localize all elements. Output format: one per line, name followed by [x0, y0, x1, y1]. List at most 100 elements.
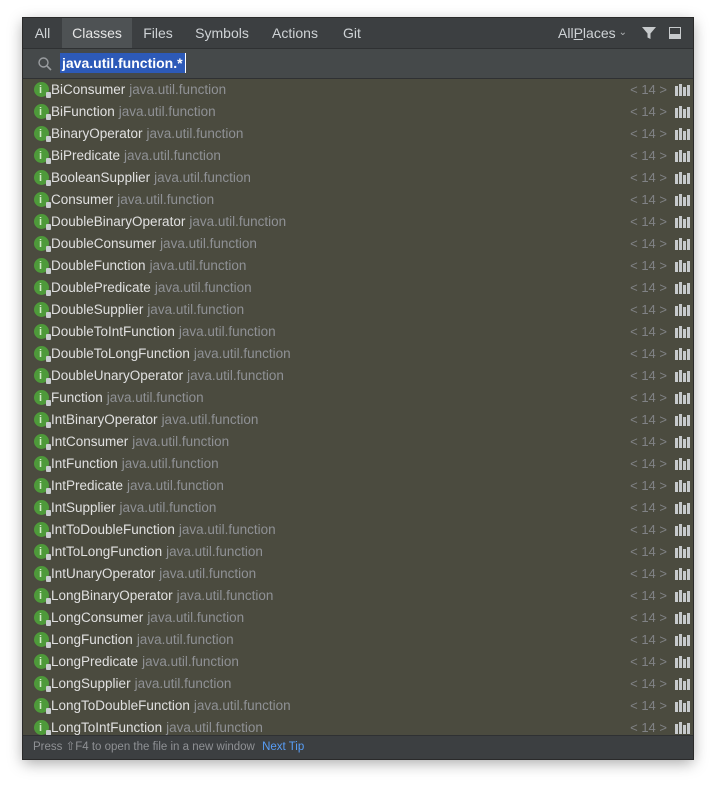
result-row[interactable]: LongToIntFunctionjava.util.function < 14 … — [23, 717, 693, 736]
class-name: IntToDoubleFunction — [51, 522, 175, 537]
result-row[interactable]: LongConsumerjava.util.function < 14 > — [23, 607, 693, 629]
result-row[interactable]: DoubleToLongFunctionjava.util.function < … — [23, 343, 693, 365]
result-row[interactable]: BiConsumerjava.util.function < 14 > — [23, 79, 693, 101]
result-class-name: LongBinaryOperator java.util.function — [51, 585, 273, 607]
jdk-version-label: < 14 > — [630, 412, 667, 427]
result-row[interactable]: DoubleFunctionjava.util.function < 14 > — [23, 255, 693, 277]
result-class-name: DoubleFunction java.util.function — [51, 255, 246, 277]
class-name: LongToIntFunction — [51, 720, 163, 735]
library-icon — [675, 238, 690, 250]
class-icon — [34, 167, 51, 189]
result-class-name: LongSupplier java.util.function — [51, 673, 231, 695]
library-icon — [675, 414, 690, 426]
result-class-name: IntToDoubleFunction java.util.function — [51, 519, 276, 541]
class-icon — [34, 255, 51, 277]
result-row[interactable]: DoubleConsumerjava.util.function < 14 > — [23, 233, 693, 255]
result-row[interactable]: BiFunctionjava.util.function < 14 > — [23, 101, 693, 123]
result-class-name: DoublePredicate java.util.function — [51, 277, 252, 299]
library-icon — [675, 392, 690, 404]
result-row[interactable]: IntPredicatejava.util.function < 14 > — [23, 475, 693, 497]
result-row[interactable]: LongBinaryOperatorjava.util.function < 14… — [23, 585, 693, 607]
library-icon — [675, 590, 690, 602]
class-name: DoubleToLongFunction — [51, 346, 190, 361]
class-name: LongSupplier — [51, 676, 131, 691]
class-icon — [34, 475, 51, 497]
result-row[interactable]: DoublePredicatejava.util.function < 14 > — [23, 277, 693, 299]
tab-symbols[interactable]: Symbols — [187, 18, 257, 48]
class-name: LongToDoubleFunction — [51, 698, 190, 713]
preview-panel-icon[interactable] — [669, 27, 681, 39]
result-class-name: DoubleToLongFunction java.util.function — [51, 343, 291, 365]
class-icon — [34, 409, 51, 431]
package-name: java.util.function — [119, 500, 217, 515]
class-name: IntConsumer — [51, 434, 129, 449]
class-icon — [34, 695, 51, 717]
result-row[interactable]: IntToLongFunctionjava.util.function < 14 … — [23, 541, 693, 563]
result-row[interactable]: DoubleBinaryOperatorjava.util.function < … — [23, 211, 693, 233]
chevron-down-icon: ⌄ — [618, 27, 627, 38]
result-class-name: BooleanSupplier java.util.function — [51, 167, 251, 189]
library-icon — [675, 568, 690, 580]
class-icon — [34, 651, 51, 673]
class-icon — [34, 629, 51, 651]
result-row[interactable]: LongFunctionjava.util.function < 14 > — [23, 629, 693, 651]
tab-bar: All Classes Files Symbols Actions Git Al… — [23, 18, 693, 49]
class-icon — [34, 211, 51, 233]
class-name: DoubleBinaryOperator — [51, 214, 186, 229]
tab-files[interactable]: Files — [135, 18, 181, 48]
tab-classes[interactable]: Classes — [62, 18, 132, 48]
package-name: java.util.function — [178, 522, 276, 537]
filter-icon[interactable] — [641, 25, 657, 41]
search-input[interactable]: java.util.function.* — [60, 53, 186, 73]
result-row[interactable]: BinaryOperatorjava.util.function < 14 > — [23, 123, 693, 145]
class-icon — [34, 189, 51, 211]
class-icon — [34, 497, 51, 519]
result-row[interactable]: DoubleSupplierjava.util.function < 14 > — [23, 299, 693, 321]
class-icon — [34, 343, 51, 365]
result-row[interactable]: BiPredicatejava.util.function < 14 > — [23, 145, 693, 167]
result-row[interactable]: LongToDoubleFunctionjava.util.function < … — [23, 695, 693, 717]
all-places-dropdown[interactable]: All Places ⌄ — [558, 18, 627, 48]
class-name: IntBinaryOperator — [51, 412, 158, 427]
result-class-name: IntFunction java.util.function — [51, 453, 219, 475]
jdk-version-label: < 14 > — [630, 148, 667, 163]
library-icon — [675, 172, 690, 184]
result-row[interactable]: IntConsumerjava.util.function < 14 > — [23, 431, 693, 453]
class-name: DoubleSupplier — [51, 302, 144, 317]
library-icon — [675, 634, 690, 646]
result-row[interactable]: DoubleUnaryOperatorjava.util.function < 1… — [23, 365, 693, 387]
footer-hint: Press ⇧F4 to open the file in a new wind… — [33, 741, 255, 753]
result-row[interactable]: DoubleToIntFunctionjava.util.function < 1… — [23, 321, 693, 343]
jdk-version-label: < 14 > — [630, 170, 667, 185]
jdk-version-label: < 14 > — [630, 434, 667, 449]
tab-all[interactable]: All — [23, 18, 62, 48]
package-name: java.util.function — [132, 434, 230, 449]
library-icon — [675, 106, 690, 118]
result-row[interactable]: IntSupplierjava.util.function < 14 > — [23, 497, 693, 519]
result-class-name: DoubleSupplier java.util.function — [51, 299, 244, 321]
result-row[interactable]: Consumerjava.util.function < 14 > — [23, 189, 693, 211]
next-tip-link[interactable]: Next Tip — [262, 741, 304, 753]
jdk-version-label: < 14 > — [630, 676, 667, 691]
result-row[interactable]: Functionjava.util.function < 14 > — [23, 387, 693, 409]
result-row[interactable]: LongPredicatejava.util.function < 14 > — [23, 651, 693, 673]
result-row[interactable]: LongSupplierjava.util.function < 14 > — [23, 673, 693, 695]
tab-actions[interactable]: Actions — [263, 18, 327, 48]
result-class-name: IntBinaryOperator java.util.function — [51, 409, 258, 431]
search-bar: java.util.function.* — [23, 49, 693, 79]
result-class-name: DoubleToIntFunction java.util.function — [51, 321, 276, 343]
class-name: BiFunction — [51, 104, 115, 119]
result-class-name: IntConsumer java.util.function — [51, 431, 229, 453]
result-class-name: DoubleBinaryOperator java.util.function — [51, 211, 286, 233]
result-row[interactable]: IntBinaryOperatorjava.util.function < 14 … — [23, 409, 693, 431]
class-icon — [34, 233, 51, 255]
library-icon — [675, 546, 690, 558]
result-row[interactable]: IntToDoubleFunctionjava.util.function < 1… — [23, 519, 693, 541]
result-row[interactable]: BooleanSupplierjava.util.function < 14 > — [23, 167, 693, 189]
tab-git[interactable]: Git — [335, 18, 369, 48]
class-icon — [34, 101, 51, 123]
jdk-version-label: < 14 > — [630, 126, 667, 141]
result-row[interactable]: IntFunctionjava.util.function < 14 > — [23, 453, 693, 475]
library-icon — [675, 524, 690, 536]
result-row[interactable]: IntUnaryOperatorjava.util.function < 14 > — [23, 563, 693, 585]
